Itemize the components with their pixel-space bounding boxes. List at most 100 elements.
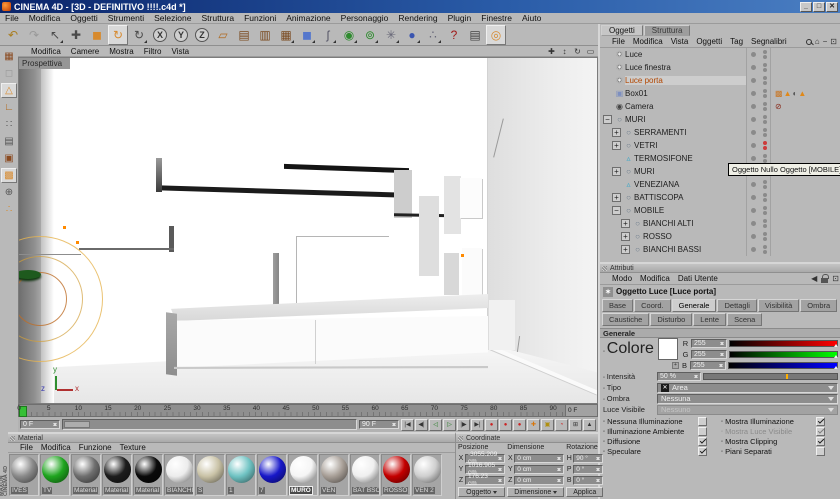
- value-spinner[interactable]: [720, 339, 725, 348]
- layer-dot[interactable]: [746, 61, 760, 74]
- color-swatch[interactable]: [658, 338, 678, 360]
- tab-base[interactable]: Base: [602, 299, 634, 312]
- channel-value-field[interactable]: 255: [690, 361, 726, 370]
- coord-button-oggetto[interactable]: Oggetto: [458, 487, 506, 497]
- tab-oggetti[interactable]: Oggetti: [601, 25, 643, 36]
- shadow-dropdown[interactable]: Nessuna: [657, 393, 838, 404]
- checkbox-box[interactable]: [698, 427, 707, 436]
- checkbox-mostra-illuminazione[interactable]: Mostra Illuminazione: [721, 417, 839, 426]
- menu-rendering[interactable]: Rendering: [393, 13, 442, 23]
- menu-plugin[interactable]: Plugin: [443, 13, 477, 23]
- record-rotation-button[interactable]: ●: [513, 418, 526, 431]
- materials-menu-file[interactable]: File: [16, 443, 37, 452]
- menu-personaggio[interactable]: Personaggio: [336, 13, 394, 23]
- coord-value-field[interactable]: 176.23 cm: [465, 473, 506, 487]
- visibility-dots[interactable]: [760, 206, 770, 215]
- tree-row-bianchi-bassi[interactable]: + ○ BIANCHI BASSI: [600, 243, 840, 256]
- visibility-dots[interactable]: [760, 63, 770, 72]
- channel-slider[interactable]: [729, 340, 838, 347]
- coordinate-system-button[interactable]: ▱: [213, 24, 233, 45]
- add-metaball-button[interactable]: ●: [402, 24, 422, 45]
- tree-row-luce-porta[interactable]: ✶ Luce porta: [600, 74, 840, 87]
- add-modeling-button[interactable]: ⊚: [360, 24, 380, 45]
- minimize-timeline-button[interactable]: ▲: [583, 418, 596, 431]
- expand-toggle[interactable]: +: [612, 141, 621, 150]
- record-parameters-button[interactable]: ▣: [541, 418, 554, 431]
- intensity-spinner[interactable]: [694, 372, 699, 381]
- z-lock-button[interactable]: Z: [192, 24, 212, 45]
- goto-start-button[interactable]: |◀: [401, 418, 414, 431]
- add-spline-button[interactable]: ʃ: [318, 24, 338, 45]
- undo-button[interactable]: ↶: [3, 24, 23, 45]
- tree-row-bianchi-alti[interactable]: + ○ BIANCHI ALTI: [600, 217, 840, 230]
- layer-dot[interactable]: [746, 48, 760, 61]
- phong-tag-icon[interactable]: ◐: [792, 89, 797, 98]
- light-handle-dot[interactable]: [76, 241, 79, 244]
- layer-dot[interactable]: [746, 191, 760, 204]
- material-rosso[interactable]: ROSSO: [381, 454, 411, 496]
- tree-row-luce[interactable]: ✶ Luce: [600, 48, 840, 61]
- om-menu-oggetti[interactable]: Oggetti: [692, 37, 726, 46]
- checkbox-box[interactable]: [698, 437, 707, 446]
- tree-row-camera[interactable]: ◉ Camera ⊘: [600, 100, 840, 113]
- tree-row-box01[interactable]: ▣ Box01 ▩ ▲ ◐ ▲: [600, 87, 840, 100]
- float-panel-icon[interactable]: ⊡: [830, 37, 837, 46]
- layer-dot[interactable]: [746, 178, 760, 191]
- value-spinner[interactable]: [557, 476, 562, 485]
- attr-menu-modo[interactable]: Modo: [608, 274, 636, 283]
- tab-caustiche[interactable]: Caustiche: [602, 313, 650, 326]
- tree-row-veneziana[interactable]: ▵ VENEZIANA: [600, 178, 840, 191]
- polygons-mode-button[interactable]: ▣: [1, 151, 17, 166]
- expand-toggle[interactable]: +: [612, 167, 621, 176]
- visibility-dots[interactable]: [760, 102, 770, 111]
- close-button[interactable]: ✕: [826, 1, 838, 12]
- expand-color-button[interactable]: +: [672, 362, 679, 369]
- materials-menu-modifica[interactable]: Modifica: [37, 443, 75, 452]
- texture-mode-button[interactable]: ▩: [1, 168, 17, 183]
- visibility-dots[interactable]: [760, 154, 770, 163]
- record-pla-button[interactable]: ◔: [555, 418, 568, 431]
- channel-slider[interactable]: [729, 351, 838, 358]
- tree-row-rosso[interactable]: + ○ ROSSO: [600, 230, 840, 243]
- texture-axis-mode-button[interactable]: △: [1, 83, 17, 98]
- timeline-scrollbar[interactable]: [62, 419, 357, 430]
- intensity-field[interactable]: 50 %: [657, 372, 701, 381]
- render-region-button[interactable]: ▥: [255, 24, 275, 45]
- intensity-slider-handle[interactable]: [786, 374, 789, 379]
- last-tool-button[interactable]: ↻: [129, 24, 149, 45]
- checkbox-box[interactable]: [698, 447, 707, 456]
- menu-modifica[interactable]: Modifica: [24, 13, 66, 23]
- material-bianchi[interactable]: BIANCHI: [164, 454, 194, 496]
- om-menu-segnalibri[interactable]: Segnalibri: [747, 37, 791, 46]
- y-lock-button[interactable]: Y: [171, 24, 191, 45]
- tree-row-vetri[interactable]: + ○ VETRI: [600, 139, 840, 152]
- view-label[interactable]: Prospettiva: [19, 58, 71, 69]
- texture-tag-icon[interactable]: ▩: [775, 89, 783, 98]
- type-dropdown[interactable]: ✕ Area: [657, 382, 838, 393]
- material-ives[interactable]: IVES: [9, 454, 39, 496]
- om-menu-vista[interactable]: Vista: [667, 37, 693, 46]
- redo-button[interactable]: ↷: [24, 24, 44, 45]
- add-deformer-button[interactable]: ∴: [423, 24, 443, 45]
- visibility-dots[interactable]: [760, 128, 770, 137]
- attr-menu-modifica[interactable]: Modifica: [636, 274, 674, 283]
- block-tag-icon[interactable]: ⊘: [775, 102, 782, 111]
- snap-settings-button[interactable]: ∴: [1, 202, 17, 217]
- menu-strumenti[interactable]: Strumenti: [103, 13, 149, 23]
- coord-value-field[interactable]: 0 °: [573, 464, 604, 474]
- tree-row-luce-finestra[interactable]: ✶ Luce finestra: [600, 61, 840, 74]
- add-particles-button[interactable]: ✳: [381, 24, 401, 45]
- display-settings-button[interactable]: ▤: [465, 24, 485, 45]
- tab-coord[interactable]: Coord.: [634, 299, 671, 312]
- material-bat-bsc[interactable]: BAT BSC: [350, 454, 380, 496]
- home-icon[interactable]: ⌂: [815, 37, 820, 46]
- value-spinner[interactable]: [596, 465, 601, 474]
- record-position-button[interactable]: ●: [485, 418, 498, 431]
- tab-disturbo[interactable]: Disturbo: [650, 313, 693, 326]
- tab-dettagli[interactable]: Dettagli: [717, 299, 757, 312]
- material-material[interactable]: Material: [133, 454, 163, 496]
- checkbox-box[interactable]: [698, 417, 707, 426]
- tree-row-battiscopa[interactable]: + ○ BATTISCOPA: [600, 191, 840, 204]
- scale-button[interactable]: ◼: [87, 24, 107, 45]
- history-back-icon[interactable]: ◀: [811, 274, 817, 283]
